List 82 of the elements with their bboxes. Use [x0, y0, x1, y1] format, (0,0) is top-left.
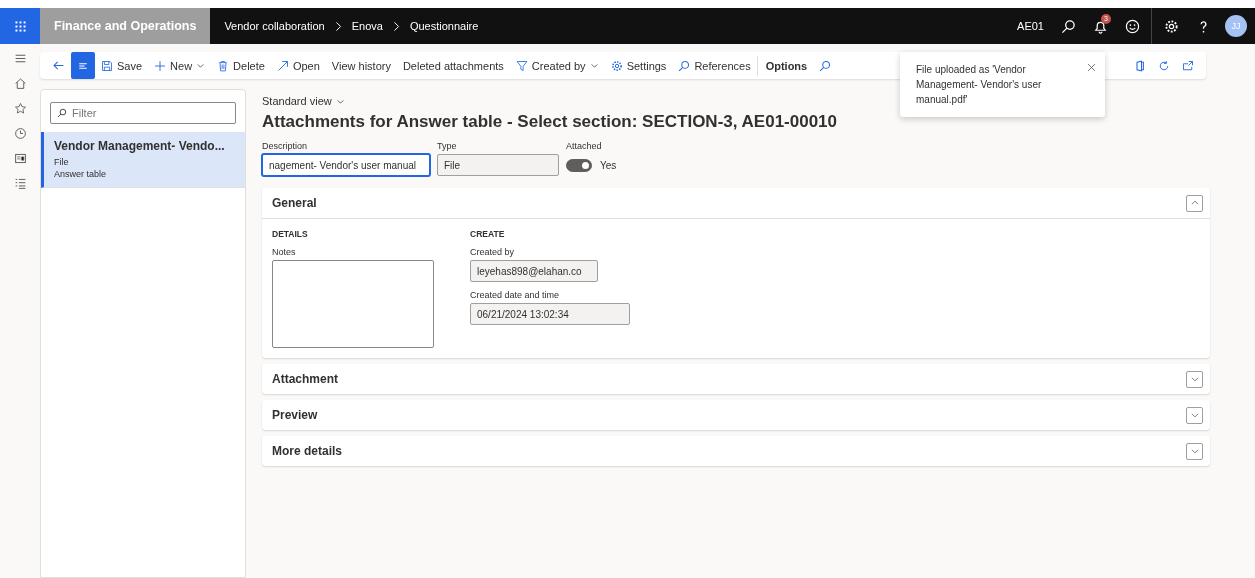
- notes-field[interactable]: [272, 260, 434, 348]
- clock-icon: [13, 127, 27, 140]
- item-title: Vendor Management- Vendo...: [54, 139, 226, 153]
- save-icon: [101, 59, 113, 72]
- favorites-button[interactable]: [13, 102, 27, 115]
- smiley-icon: [1124, 18, 1140, 34]
- action-pane-button[interactable]: [71, 52, 95, 79]
- search-icon: [1060, 18, 1076, 34]
- recent-button[interactable]: [13, 127, 27, 140]
- text-field[interactable]: File: [437, 154, 559, 176]
- toast-message: File uploaded as 'Vendor Management- Vendor's user manual.pdf': [916, 63, 1043, 107]
- field-label: Description: [262, 141, 309, 151]
- group-heading: CREATE: [470, 229, 506, 239]
- close-icon: [1086, 62, 1097, 73]
- group-heading: DETAILS: [272, 229, 309, 239]
- text-field[interactable]: leyehas898@elahan.co: [470, 260, 598, 282]
- menu-icon: [13, 52, 27, 65]
- chevron-down-icon: [1189, 446, 1200, 456]
- chevron-down-icon: [1189, 410, 1200, 420]
- chevron-up-icon: [1189, 198, 1200, 208]
- expand-toggle-button[interactable]: [1186, 370, 1203, 388]
- search-icon: [57, 108, 67, 118]
- arrow-icon: [276, 59, 289, 72]
- toggle-value: Yes: [600, 159, 617, 171]
- field-label: Attached: [566, 141, 603, 151]
- list-icon: [13, 177, 27, 190]
- section-title[interactable]: More details: [272, 444, 1186, 458]
- breadcrumb-link[interactable]: Vendor collaboration: [224, 20, 325, 32]
- star-icon: [13, 102, 27, 115]
- view-selector[interactable]: Standard view: [262, 95, 345, 107]
- section-title[interactable]: General: [272, 196, 1186, 210]
- settings-icon: [1163, 18, 1179, 34]
- navigation-menu-button[interactable]: [13, 52, 27, 65]
- breadcrumb-link[interactable]: Enova: [351, 20, 383, 32]
- field-label: Type: [437, 141, 458, 151]
- breadcrumb-link[interactable]: Questionnaire: [409, 20, 479, 32]
- office-icon: [1134, 59, 1146, 72]
- options-tab[interactable]: Options: [756, 55, 814, 76]
- page-title: Attachments for Answer table - Select section: SECTION-3, AE01-00010: [262, 112, 839, 132]
- company-label[interactable]: AE01: [1017, 20, 1044, 32]
- section-title[interactable]: Preview: [272, 408, 1186, 422]
- plus-icon: [154, 59, 167, 72]
- refresh-icon: [1158, 59, 1170, 72]
- chevron-down-icon: [1189, 374, 1200, 384]
- toolbar-button[interactable]: References: [672, 52, 757, 79]
- waffle-icon: [13, 19, 27, 33]
- filter-field[interactable]: Filter: [50, 102, 236, 124]
- expand-toggle-button[interactable]: [1186, 442, 1203, 460]
- close-button[interactable]: [1086, 62, 1097, 74]
- toolbar-button[interactable]: New: [148, 52, 212, 79]
- workspace-icon: [13, 152, 27, 165]
- list-item[interactable]: Vendor Management- Vendo... File Answer table: [41, 132, 245, 188]
- popout-icon: [1182, 59, 1194, 72]
- modules-button[interactable]: [13, 177, 27, 190]
- workspaces-button[interactable]: [13, 152, 27, 165]
- section-title[interactable]: Attachment: [272, 372, 1186, 386]
- toolbar-button[interactable]: Created by: [509, 52, 605, 79]
- home-icon: [13, 77, 27, 90]
- settings-icon: [610, 59, 623, 72]
- toggle-switch[interactable]: [566, 158, 592, 172]
- toolbar-button[interactable]: Settings: [604, 52, 673, 79]
- toolbar-button[interactable]: Open: [270, 52, 326, 79]
- field-label: Created by: [470, 247, 516, 257]
- field-label: Notes: [272, 247, 297, 257]
- expand-toggle-button[interactable]: [1186, 194, 1203, 212]
- trash-icon: [217, 59, 230, 72]
- home-button[interactable]: [13, 77, 27, 90]
- field-label: Created date and time: [470, 290, 561, 300]
- filter-icon: [515, 59, 528, 72]
- search-icon: [819, 59, 832, 72]
- toolbar-button[interactable]: Deleted attachments: [396, 52, 510, 79]
- search-icon: [678, 59, 691, 72]
- app-launcher-button[interactable]: [0, 8, 40, 44]
- item-type: File: [54, 157, 70, 167]
- text-field[interactable]: nagement- Vendor's user manual: [262, 154, 430, 176]
- toolbar-button[interactable]: Delete: [211, 52, 271, 79]
- toolbar-button[interactable]: Save: [95, 52, 149, 79]
- toolbar-button[interactable]: View history: [325, 52, 397, 79]
- item-subtitle: Answer table: [54, 169, 108, 179]
- back-arrow-icon: [52, 59, 65, 72]
- expand-toggle-button[interactable]: [1186, 406, 1203, 424]
- text-field[interactable]: 06/21/2024 13:02:34: [470, 303, 630, 325]
